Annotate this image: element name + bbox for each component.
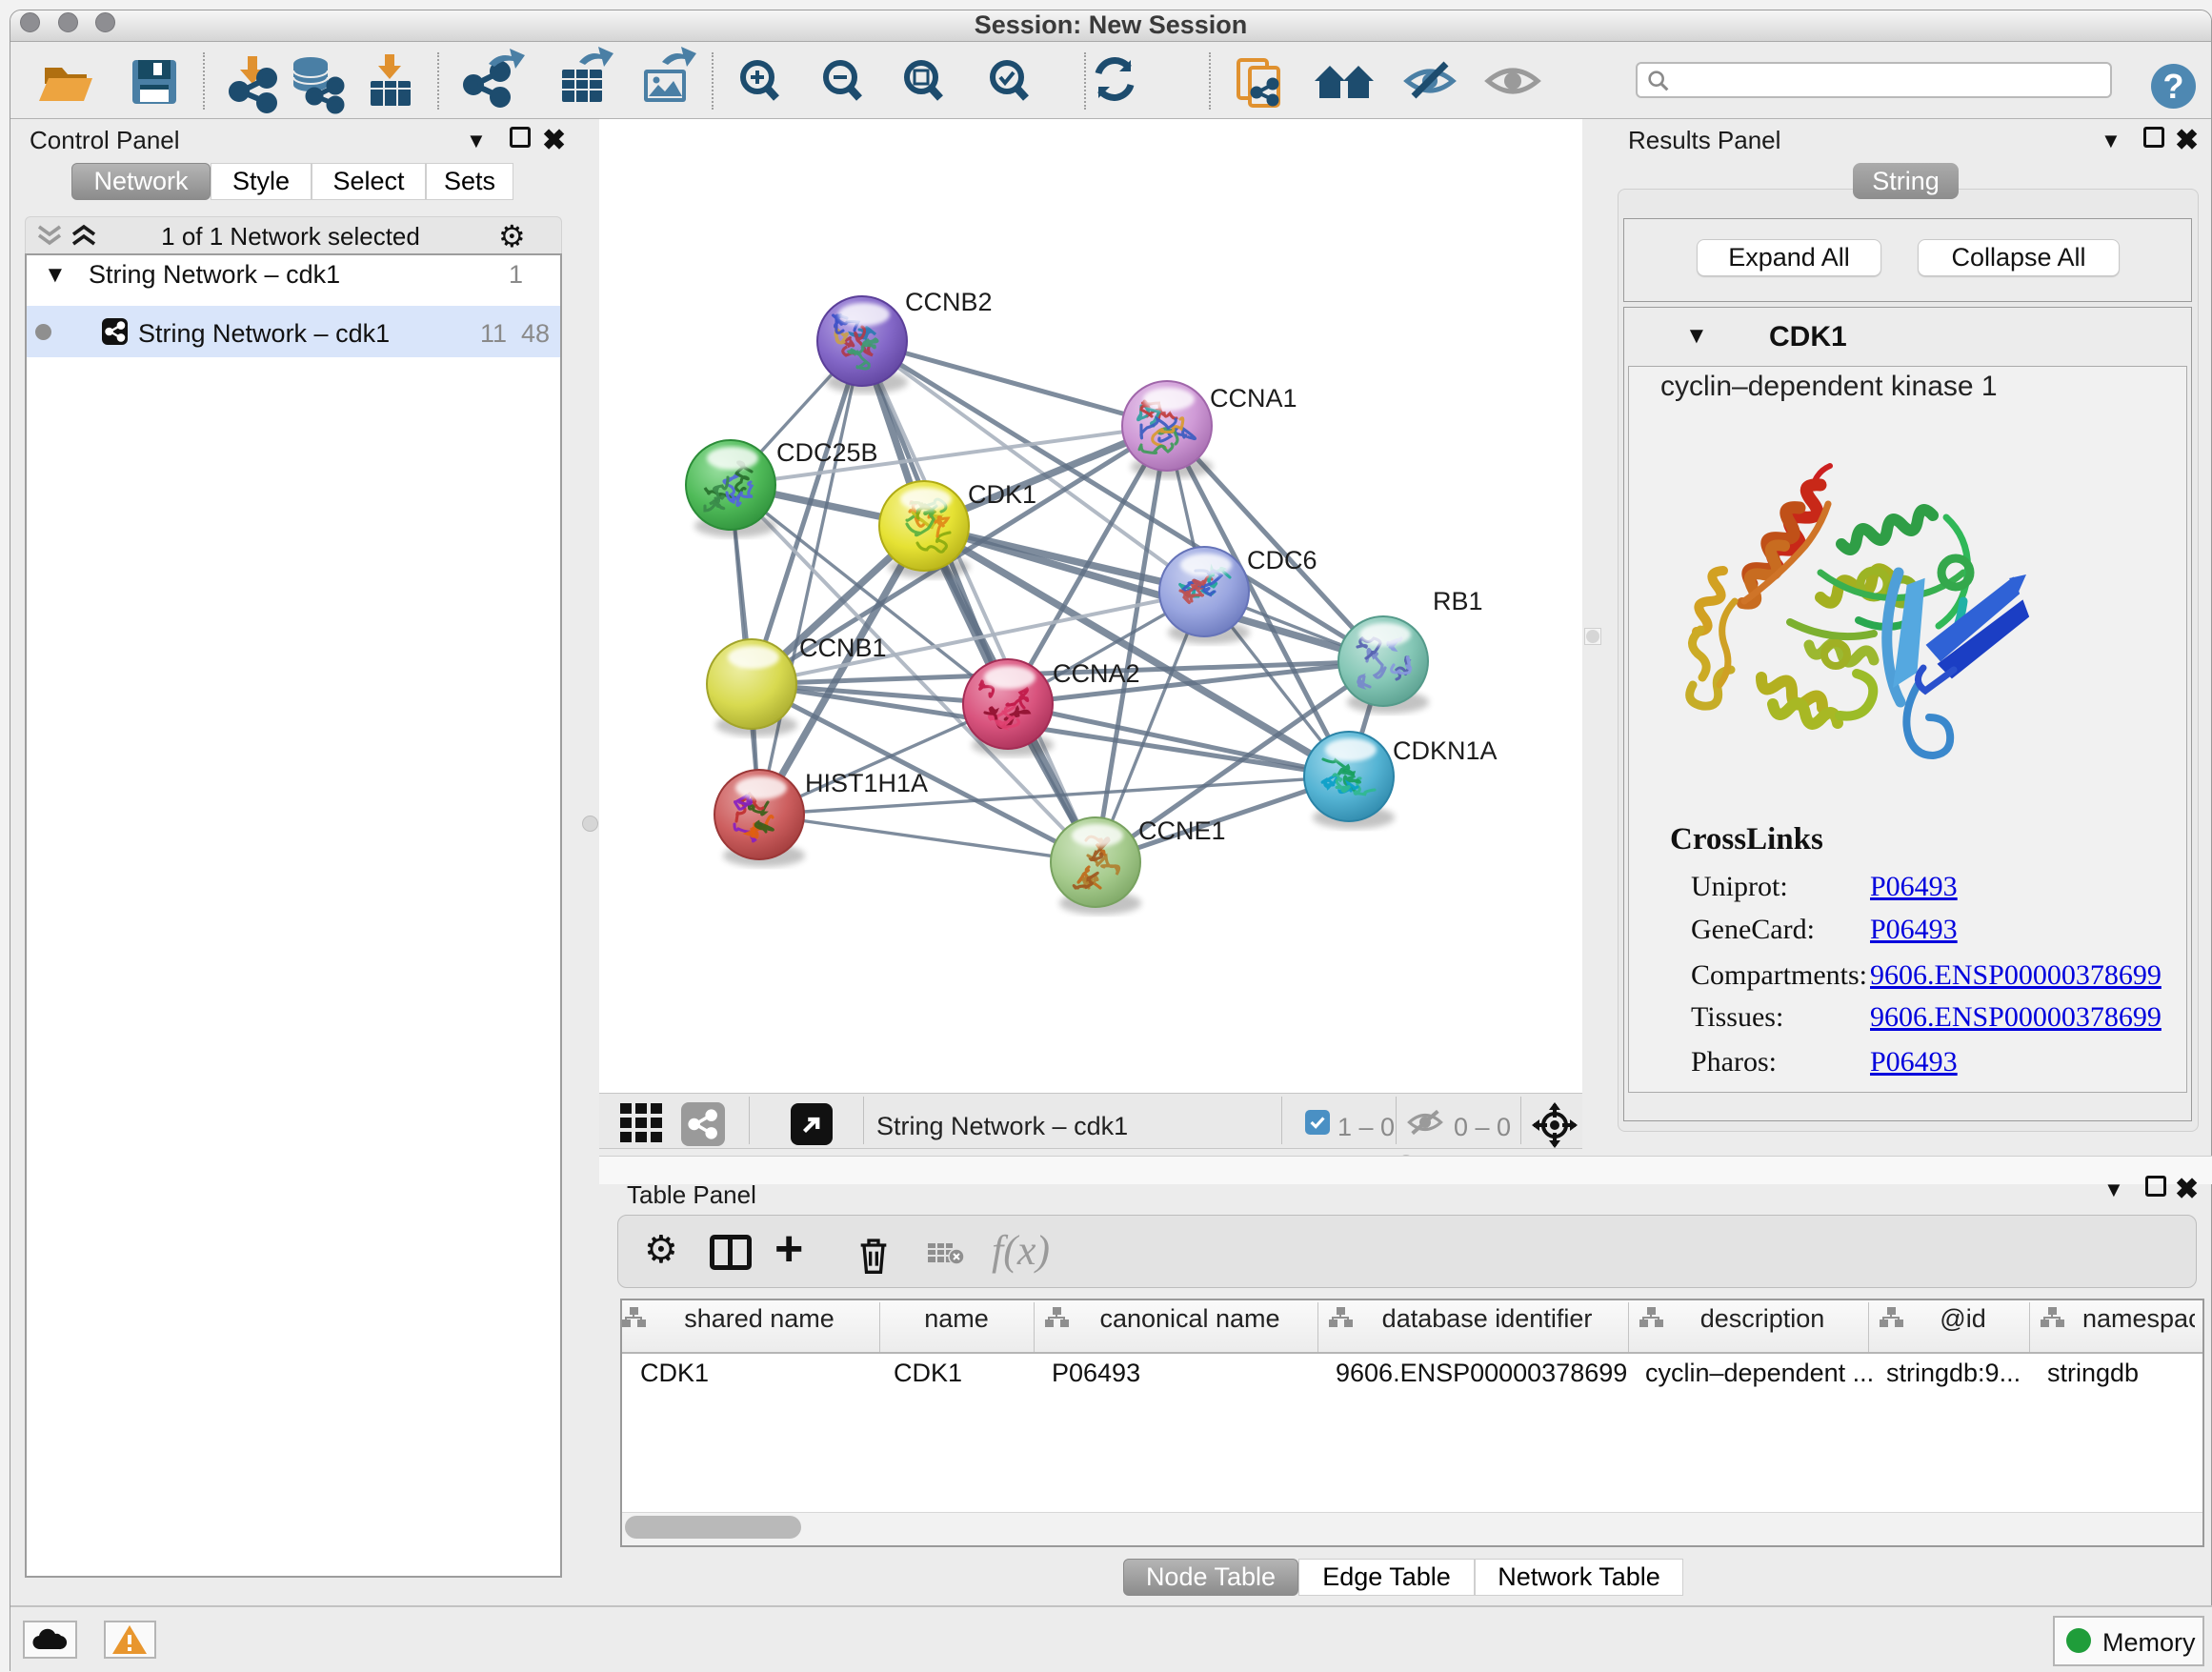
svg-text:RB1: RB1	[1433, 587, 1483, 615]
svg-text:CDC6: CDC6	[1247, 546, 1317, 574]
svg-text:CCNE1: CCNE1	[1138, 816, 1226, 845]
svg-text:CCNB1: CCNB1	[799, 634, 887, 662]
svg-text:CDKN1A: CDKN1A	[1393, 736, 1498, 765]
svg-text:CDK1: CDK1	[968, 480, 1036, 509]
svg-text:CDC25B: CDC25B	[776, 438, 878, 467]
svg-text:CCNB2: CCNB2	[905, 288, 993, 316]
svg-text:CCNA1: CCNA1	[1210, 384, 1297, 413]
svg-text:CCNA2: CCNA2	[1053, 659, 1140, 688]
svg-text:HIST1H1A: HIST1H1A	[805, 769, 928, 797]
